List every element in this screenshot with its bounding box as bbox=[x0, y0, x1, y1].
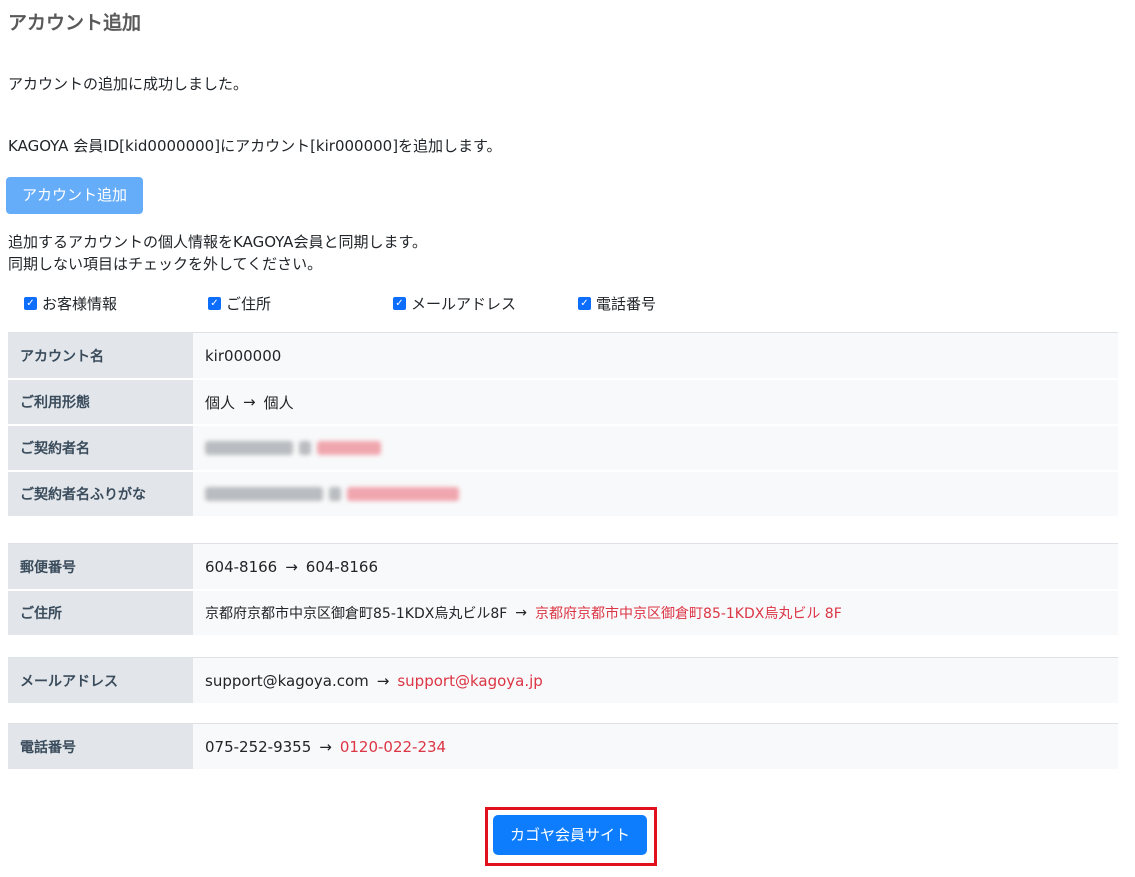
row-header: ご契約者名ふりがな bbox=[8, 472, 193, 516]
address-table: 郵便番号 604-8166 → 604-8166 ご住所 京都府京都市中京区御倉… bbox=[8, 543, 1118, 635]
new-value: 0120-022-234 bbox=[339, 737, 447, 756]
row-header: ご利用形態 bbox=[8, 380, 193, 424]
old-value: support@kagoya.com bbox=[205, 671, 369, 690]
checkbox-phone[interactable]: ✓ 電話番号 bbox=[578, 293, 656, 314]
redacted-old-value bbox=[205, 487, 323, 501]
row-value: support@kagoya.com → support@kagoya.jp bbox=[193, 658, 1118, 703]
info-message: KAGOYA 会員ID[kid0000000]にアカウント[kir000000]… bbox=[8, 137, 502, 155]
table-row: ご住所 京都府京都市中京区御倉町85-1KDX烏丸ビル8F → 京都府京都市中京… bbox=[8, 589, 1118, 635]
table-row: ご利用形態 個人 → 個人 bbox=[8, 378, 1118, 424]
row-value: 個人 → 個人 bbox=[193, 380, 1118, 424]
check-icon[interactable]: ✓ bbox=[393, 297, 406, 310]
arrow-right-icon: → bbox=[515, 605, 528, 621]
phone-table: 電話番号 075-252-9355 → 0120-022-234 bbox=[8, 723, 1118, 769]
row-value: kir000000 bbox=[205, 346, 282, 365]
new-value: 京都府京都市中京区御倉町85-1KDX烏丸ビル 8F bbox=[535, 606, 842, 622]
email-table: メールアドレス support@kagoya.com → support@kag… bbox=[8, 657, 1118, 703]
sync-note-line1: 追加するアカウントの個人情報をKAGOYA会員と同期します。 bbox=[8, 233, 427, 251]
redacted-arrow bbox=[329, 487, 341, 501]
old-value: 個人 bbox=[205, 393, 236, 412]
checkbox-email[interactable]: ✓ メールアドレス bbox=[393, 293, 516, 314]
old-value: 075-252-9355 bbox=[205, 737, 312, 756]
arrow-right-icon: → bbox=[285, 557, 298, 576]
new-value: 604-8166 bbox=[305, 557, 379, 576]
sync-note: 追加するアカウントの個人情報をKAGOYA会員と同期します。 同期しない項目はチ… bbox=[8, 231, 427, 275]
row-value bbox=[193, 426, 1118, 470]
old-value: 京都府京都市中京区御倉町85-1KDX烏丸ビル8F bbox=[205, 606, 508, 622]
row-header: アカウント名 bbox=[8, 333, 193, 378]
member-site-button[interactable]: カゴヤ会員サイト bbox=[493, 815, 647, 855]
row-value: 京都府京都市中京区御倉町85-1KDX烏丸ビル8F → 京都府京都市中京区御倉町… bbox=[193, 591, 1118, 635]
old-value: 604-8166 bbox=[205, 557, 278, 576]
new-value: 個人 bbox=[263, 393, 294, 412]
redacted-new-value bbox=[317, 441, 381, 455]
table-row: アカウント名 kir000000 bbox=[8, 332, 1118, 378]
new-value: support@kagoya.jp bbox=[397, 671, 543, 690]
add-account-button[interactable]: アカウント追加 bbox=[6, 177, 143, 214]
page-title: アカウント追加 bbox=[8, 12, 142, 34]
sync-note-line2: 同期しない項目はチェックを外してください。 bbox=[8, 255, 323, 273]
checkbox-customer-info[interactable]: ✓ お客様情報 bbox=[24, 293, 117, 314]
checkbox-label: お客様情報 bbox=[42, 295, 118, 313]
redacted-old-value bbox=[205, 441, 293, 455]
check-icon[interactable]: ✓ bbox=[578, 297, 591, 310]
row-value: 075-252-9355 → 0120-022-234 bbox=[193, 724, 1118, 769]
table-row: 電話番号 075-252-9355 → 0120-022-234 bbox=[8, 723, 1118, 769]
success-message: アカウントの追加に成功しました。 bbox=[8, 75, 249, 93]
redacted-arrow bbox=[299, 441, 311, 455]
row-header: 郵便番号 bbox=[8, 544, 193, 589]
arrow-right-icon: → bbox=[243, 393, 256, 411]
checkbox-label: ご住所 bbox=[226, 295, 272, 313]
check-icon[interactable]: ✓ bbox=[208, 297, 221, 310]
row-header: ご契約者名 bbox=[8, 426, 193, 470]
check-icon[interactable]: ✓ bbox=[24, 297, 37, 310]
table-row: メールアドレス support@kagoya.com → support@kag… bbox=[8, 657, 1118, 703]
customer-info-table: アカウント名 kir000000 ご利用形態 個人 → 個人 ご契約者名 ご契約… bbox=[8, 332, 1118, 516]
row-header: メールアドレス bbox=[8, 658, 193, 703]
checkbox-label: 電話番号 bbox=[596, 295, 657, 313]
row-header: ご住所 bbox=[8, 591, 193, 635]
row-header: 電話番号 bbox=[8, 724, 193, 769]
arrow-right-icon: → bbox=[319, 737, 332, 756]
table-row: 郵便番号 604-8166 → 604-8166 bbox=[8, 543, 1118, 589]
checkbox-address[interactable]: ✓ ご住所 bbox=[208, 293, 271, 314]
arrow-right-icon: → bbox=[376, 671, 390, 690]
row-value bbox=[193, 472, 1118, 516]
row-value: 604-8166 → 604-8166 bbox=[193, 544, 1118, 589]
table-row: ご契約者名 bbox=[8, 424, 1118, 470]
checkbox-label: メールアドレス bbox=[411, 295, 517, 313]
redacted-new-value bbox=[347, 487, 459, 501]
table-row: ご契約者名ふりがな bbox=[8, 470, 1118, 516]
